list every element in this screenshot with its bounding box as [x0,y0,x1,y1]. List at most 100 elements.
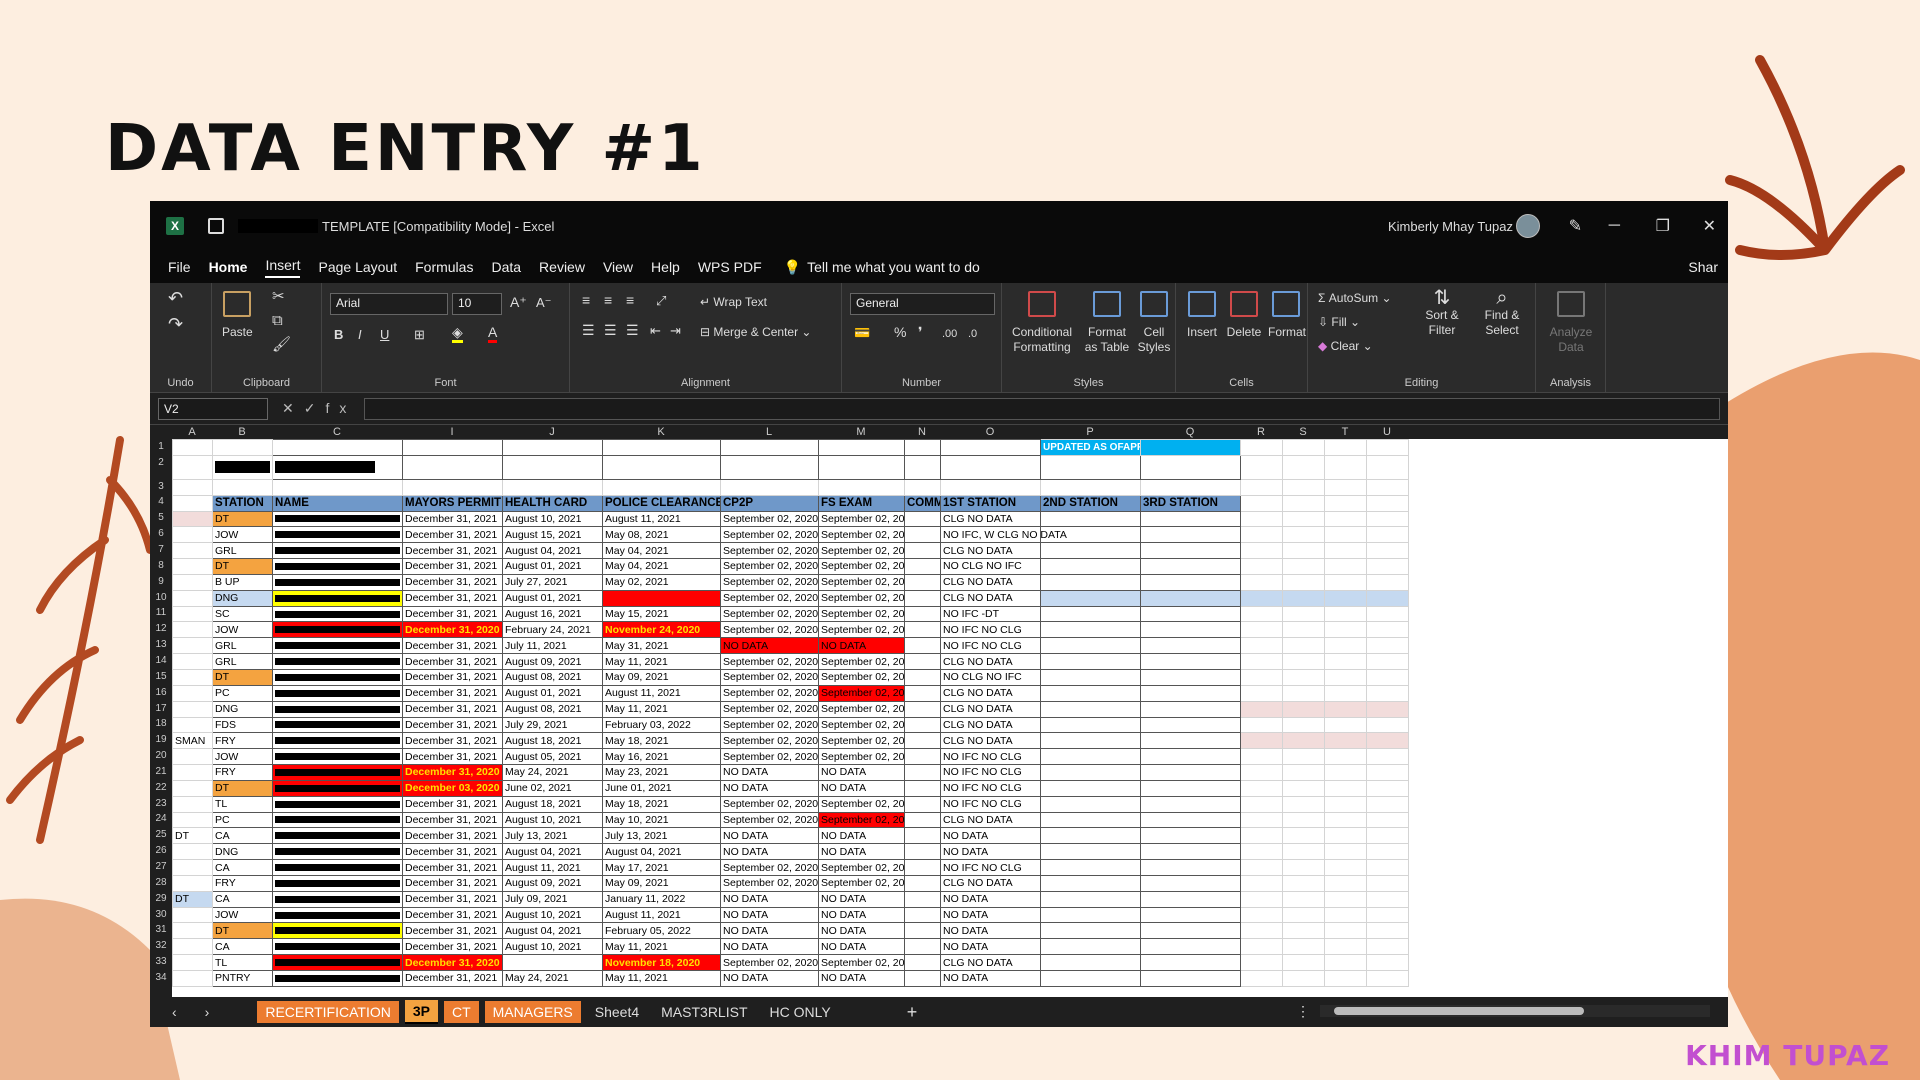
cell-name[interactable] [272,605,403,623]
cell-name[interactable] [272,922,403,940]
cell-comm[interactable] [904,558,941,575]
cell-comm[interactable] [904,700,941,718]
column-header-i[interactable]: I [402,426,502,438]
cell-mayors-permit[interactable]: December 31, 2021 [402,732,503,750]
cell[interactable] [1240,558,1283,575]
cell[interactable] [1324,478,1367,496]
cell[interactable] [1366,526,1409,544]
cell[interactable] [1366,970,1409,987]
cell-name[interactable] [272,510,403,528]
row-header[interactable]: 2 [150,457,172,468]
row-header[interactable]: 10 [150,592,172,603]
column-title[interactable]: STATION [212,494,273,512]
spreadsheet-table[interactable]: UPDATED AS OFAPRIL 31, 2020 STATIONNAMEMA… [172,439,1409,987]
cell[interactable] [172,454,213,480]
cell-2nd-station[interactable] [1040,732,1141,750]
cell[interactable] [1324,811,1367,829]
cell[interactable] [1240,859,1283,876]
cell[interactable] [1240,716,1283,734]
cell-cp2p[interactable]: NO DATA [720,938,819,956]
align-center-icon[interactable]: ☰ [604,323,617,338]
sort-filter-button[interactable]: ⇅ Sort & Filter [1416,288,1468,338]
cell-health-card[interactable]: May 24, 2021 [502,764,603,781]
cell[interactable] [1366,542,1409,560]
cell-health-card[interactable]: August 10, 2021 [502,938,603,956]
cell-fs-exam[interactable]: September 02, 2020 [818,668,905,686]
cell-fs-exam[interactable]: September 02, 2020 [818,684,905,702]
updated-banner[interactable]: UPDATED AS OFAPRIL 31, 2020 [1040,439,1141,456]
cell-2nd-station[interactable] [1040,874,1141,892]
cell-1st-station[interactable]: NO IFC -DT [940,605,1041,623]
cell-3rd-station[interactable] [1140,684,1241,702]
row-header[interactable]: 17 [150,703,172,714]
cell-comm[interactable] [904,970,941,987]
cell-1st-station[interactable]: NO DATA [940,827,1041,845]
cell[interactable] [1366,494,1409,512]
cell-fs-exam[interactable]: September 02, 2020 [818,811,905,829]
cell[interactable] [1240,954,1283,971]
tab-home[interactable]: Home [209,259,248,275]
cell-fs-exam[interactable]: September 02, 2020 [818,589,905,607]
cell-1st-station[interactable]: NO CLG NO IFC [940,668,1041,686]
row-header[interactable]: 19 [150,734,172,745]
cell-fs-exam[interactable]: September 02, 2020 [818,573,905,591]
cell-comm[interactable] [904,906,941,924]
font-color-icon[interactable]: A [488,325,498,343]
cell[interactable] [272,454,403,480]
cell[interactable] [1324,653,1367,670]
cell[interactable] [1366,890,1409,908]
cell-1st-station[interactable]: CLG NO DATA [940,874,1041,892]
cell-name[interactable] [272,716,403,734]
column-title[interactable]: 1ST STATION [940,494,1041,512]
cell-police-clearance[interactable]: May 04, 2021 [602,558,721,575]
autosum-button[interactable]: Σ AutoSum ⌄ [1318,291,1392,306]
cell-health-card[interactable]: July 13, 2021 [502,827,603,845]
cell[interactable] [1282,970,1325,987]
cell[interactable] [1366,874,1409,892]
cell-fs-exam[interactable]: NO DATA [818,843,905,861]
cell[interactable] [1282,764,1325,781]
fill-color-icon[interactable]: ◈ [452,325,463,343]
cell-comm[interactable] [904,843,941,861]
column-title[interactable]: MAYORS PERMIT [402,494,503,512]
cell-station[interactable]: CA [212,890,273,908]
cell-mayors-permit[interactable]: December 31, 2021 [402,843,503,861]
cell-comm[interactable] [904,748,941,766]
align-right-icon[interactable]: ☰ [626,323,639,338]
cell-police-clearance[interactable]: May 18, 2021 [602,795,721,813]
cell-police-clearance[interactable]: February 03, 2022 [602,716,721,734]
cell-a[interactable] [172,859,213,876]
cell-3rd-station[interactable] [1140,954,1241,971]
cell-health-card[interactable]: August 09, 2021 [502,874,603,892]
cell-cp2p[interactable]: September 02, 2020 [720,542,819,560]
cell[interactable] [1324,558,1367,575]
minimize-icon[interactable]: ─ [1609,217,1620,235]
cell[interactable] [1324,668,1367,686]
cell-name[interactable] [272,843,403,861]
cell[interactable] [1324,795,1367,813]
row-header[interactable]: 14 [150,655,172,666]
cell[interactable] [1324,637,1367,655]
row-header[interactable]: 4 [150,496,172,507]
cell-police-clearance[interactable]: May 10, 2021 [602,811,721,829]
column-header-o[interactable]: O [940,426,1040,438]
cell-police-clearance[interactable]: August 11, 2021 [602,510,721,528]
cell-comm[interactable] [904,922,941,940]
cell-comm[interactable] [904,827,941,845]
cell-name[interactable] [272,859,403,876]
cell-cp2p[interactable]: September 02, 2020 [720,954,819,971]
cell[interactable] [1366,454,1409,480]
tab-insert[interactable]: Insert [265,257,301,278]
cell-2nd-station[interactable] [1040,653,1141,670]
cell-health-card[interactable]: August 15, 2021 [502,526,603,544]
cell-mayors-permit[interactable]: December 31, 2021 [402,874,503,892]
cell-3rd-station[interactable] [1140,811,1241,829]
cell[interactable] [1324,732,1367,750]
cell-health-card[interactable]: August 18, 2021 [502,795,603,813]
cell[interactable] [1366,573,1409,591]
row-header[interactable]: 6 [150,528,172,539]
cell-mayors-permit[interactable]: December 31, 2021 [402,716,503,734]
cell[interactable] [502,439,603,456]
column-header-q[interactable]: Q [1140,426,1240,438]
cell[interactable] [1282,938,1325,956]
